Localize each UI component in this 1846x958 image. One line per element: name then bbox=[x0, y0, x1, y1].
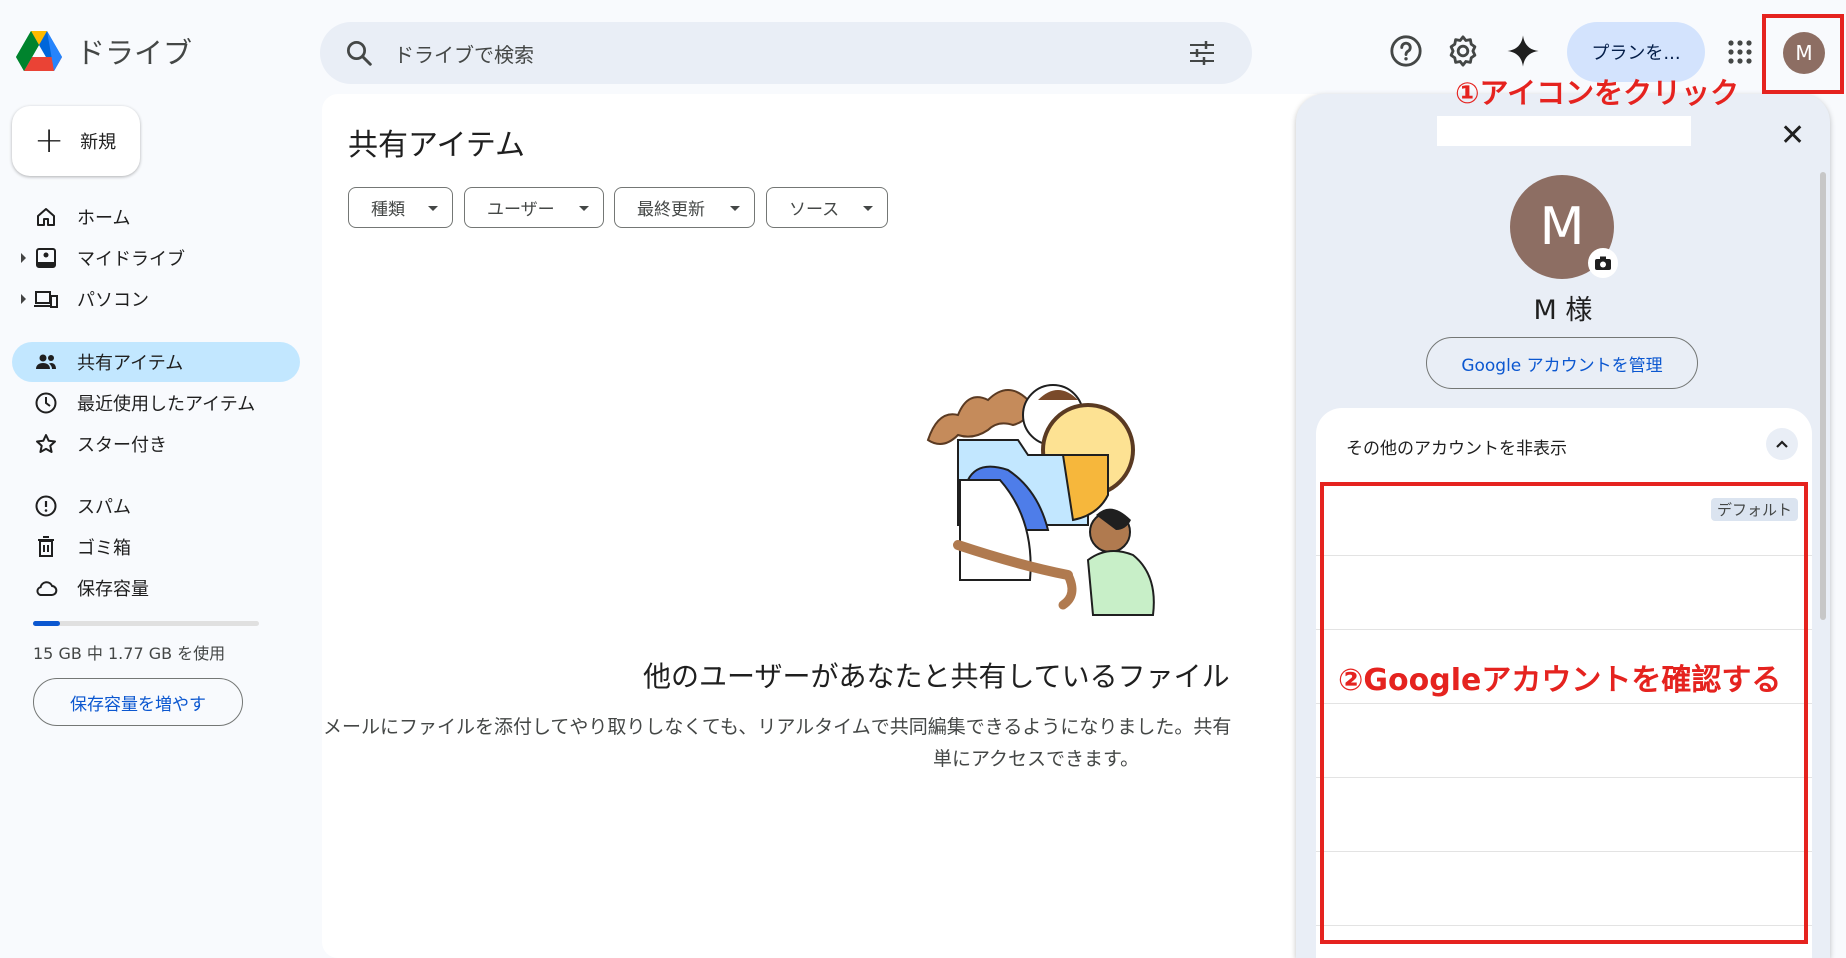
my-drive-icon bbox=[36, 248, 56, 268]
help-circle-icon[interactable] bbox=[1389, 34, 1423, 68]
caret-down-icon bbox=[428, 206, 438, 211]
chevron-up-icon[interactable] bbox=[1766, 428, 1798, 460]
sidebar-item-home[interactable]: ホーム bbox=[12, 197, 300, 237]
filter-label: 最終更新 bbox=[637, 200, 705, 220]
empty-state-title: 他のユーザーがあなたと共有しているファイル bbox=[643, 660, 1230, 693]
home-icon bbox=[37, 208, 55, 226]
empty-state-desc-line1: メールにファイルを添付してやり取りしなくても、リアルタイムで共同編集できるように… bbox=[323, 716, 1232, 738]
sidebar-item-computers[interactable]: パソコン bbox=[12, 279, 300, 319]
annotation-box-accounts bbox=[1320, 482, 1808, 944]
apps-grid-icon[interactable] bbox=[1728, 40, 1752, 64]
account-panel-scrollbar[interactable] bbox=[1820, 172, 1826, 620]
sidebar-item-label: スター付き bbox=[77, 435, 167, 456]
caret-down-icon bbox=[863, 206, 873, 211]
spam-icon bbox=[35, 495, 57, 517]
sidebar-item-label: ゴミ箱 bbox=[77, 538, 131, 559]
account-email-redacted bbox=[1437, 116, 1691, 146]
sparkle-icon[interactable] bbox=[1506, 34, 1540, 68]
expand-arrow-icon[interactable] bbox=[21, 294, 26, 304]
new-button[interactable]: + 新規 bbox=[12, 106, 140, 176]
caret-down-icon bbox=[730, 206, 740, 211]
get-more-storage-button[interactable]: 保存容量を増やす bbox=[33, 678, 243, 726]
sidebar-item-label: 共有アイテム bbox=[77, 353, 184, 374]
trash-icon bbox=[38, 536, 54, 557]
filter-user[interactable]: ユーザー bbox=[464, 187, 604, 228]
expand-arrow-icon[interactable] bbox=[21, 253, 26, 263]
search-bar[interactable]: ドライブで検索 bbox=[320, 22, 1252, 84]
storage-usage-fill bbox=[33, 621, 60, 626]
filter-label: 種類 bbox=[371, 200, 405, 220]
app-title: ドライブ bbox=[76, 36, 193, 70]
sidebar-item-label: ホーム bbox=[77, 208, 131, 229]
sidebar-item-recent[interactable]: 最近使用したアイテム bbox=[12, 383, 300, 423]
close-icon[interactable]: ✕ bbox=[1780, 118, 1805, 153]
annotation-box-avatar bbox=[1762, 14, 1844, 94]
caret-down-icon bbox=[579, 206, 589, 211]
search-input[interactable]: ドライブで検索 bbox=[394, 39, 534, 68]
sidebar-item-starred[interactable]: スター付き bbox=[12, 424, 300, 464]
filter-modified[interactable]: 最終更新 bbox=[614, 187, 755, 228]
shared-people-icon bbox=[36, 354, 56, 369]
annotation-step2: ②Googleアカウントを確認する bbox=[1338, 663, 1782, 698]
sidebar-item-label: 最近使用したアイテム bbox=[77, 394, 256, 415]
camera-icon[interactable] bbox=[1588, 248, 1618, 278]
drive-logo-icon bbox=[16, 31, 62, 71]
storage-usage-text: 15 GB 中 1.77 GB を使用 bbox=[33, 644, 226, 663]
new-button-label: 新規 bbox=[80, 132, 117, 153]
page-title: 共有アイテム bbox=[348, 128, 525, 163]
annotation-step1: ①アイコンをクリック bbox=[1455, 76, 1740, 110]
computers-icon bbox=[34, 291, 58, 308]
search-options-icon[interactable] bbox=[1188, 40, 1216, 66]
sidebar-item-label: スパム bbox=[77, 497, 131, 518]
hide-other-accounts-label[interactable]: その他のアカウントを非表示 bbox=[1346, 434, 1567, 459]
filter-source[interactable]: ソース bbox=[766, 187, 888, 228]
storage-usage-bar bbox=[33, 621, 259, 626]
sidebar-item-spam[interactable]: スパム bbox=[12, 486, 300, 526]
shared-files-illustration bbox=[926, 384, 1155, 616]
clock-icon bbox=[35, 392, 57, 414]
star-icon bbox=[36, 434, 56, 453]
plus-icon: + bbox=[34, 120, 65, 161]
sidebar-item-label: マイドライブ bbox=[77, 249, 185, 270]
cloud-icon bbox=[36, 581, 58, 596]
empty-state-desc-line2: 単にアクセスできます。 bbox=[933, 748, 1140, 770]
gear-icon[interactable] bbox=[1446, 34, 1480, 68]
search-icon[interactable] bbox=[344, 38, 374, 68]
drive-logo[interactable]: ドライブ bbox=[16, 30, 192, 72]
sidebar-item-my-drive[interactable]: マイドライブ bbox=[12, 238, 300, 278]
sidebar-item-trash[interactable]: ゴミ箱 bbox=[12, 527, 300, 567]
sidebar-item-label: 保存容量 bbox=[77, 579, 149, 600]
account-name: M 様 bbox=[1533, 295, 1593, 326]
sidebar-item-label: パソコン bbox=[77, 290, 149, 311]
sidebar-item-shared[interactable]: 共有アイテム bbox=[12, 342, 300, 382]
filter-label: ソース bbox=[789, 200, 840, 220]
filter-type[interactable]: 種類 bbox=[348, 187, 453, 228]
sidebar-item-storage[interactable]: 保存容量 bbox=[12, 568, 300, 608]
manage-account-button[interactable]: Google アカウントを管理 bbox=[1426, 337, 1698, 389]
filter-label: ユーザー bbox=[487, 200, 555, 220]
